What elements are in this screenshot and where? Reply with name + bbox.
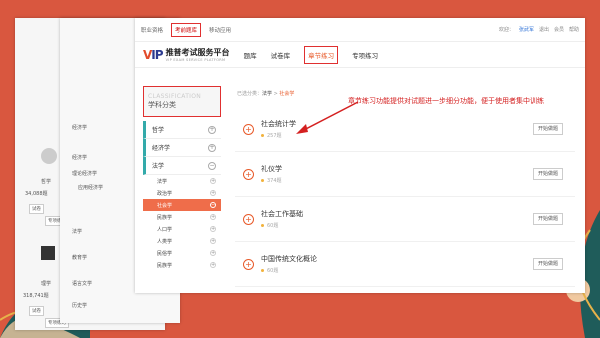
item-title[interactable]: 中国传统文化概论	[261, 254, 317, 264]
nav-item-mobile[interactable]: 移动应用	[209, 26, 231, 34]
bg-cat-item[interactable]: 应用经济学	[78, 184, 103, 191]
start-practice-button[interactable]: 开始做题	[533, 168, 563, 180]
top-nav: 职业资格 考前题库 移动应用 欢迎： 张武军 退出 会员 帮助	[135, 18, 585, 42]
plus-circle-icon[interactable]: +	[243, 123, 254, 135]
help-link[interactable]: 帮助	[569, 26, 579, 33]
subject-sidebar: CLASSIFICATION 学科分类 哲学 + 经济学 + 法学 − 法学 + …	[143, 86, 221, 271]
start-practice-button[interactable]: 开始做题	[533, 258, 563, 270]
list-item[interactable]: + 社会工作基础 60题 开始做题	[235, 197, 575, 242]
sidebar-subitem-selected[interactable]: 社会学 −	[143, 199, 221, 211]
sidebar-item-economics[interactable]: 经济学 +	[143, 139, 221, 157]
logout-link[interactable]: 退出	[539, 26, 549, 33]
bg-cat-item[interactable]: 语言文学	[72, 280, 92, 287]
bg-category-count: 34,088题	[25, 191, 48, 197]
sidebar-subitem[interactable]: 政治学 +	[143, 187, 221, 199]
category-avatar	[41, 148, 57, 164]
tab-chapter-practice[interactable]: 章节练习	[304, 45, 339, 64]
collapse-icon[interactable]: −	[210, 202, 216, 208]
platform-logo[interactable]: VIP 推普考试服务平台 VIP EXAM SERVICE PLATFORM	[143, 47, 230, 63]
bg-cat-item[interactable]: 法学	[72, 228, 82, 235]
annotation-arrow-icon	[296, 101, 359, 134]
breadcrumb-prefix: 已选分类：	[237, 91, 263, 97]
member-link[interactable]: 会员	[554, 26, 564, 33]
tab-paper-library[interactable]: 试卷库	[271, 50, 291, 60]
classification-header: CLASSIFICATION 学科分类	[143, 86, 221, 117]
sidebar-subitem[interactable]: 人口学 +	[143, 223, 221, 235]
welcome-label: 欢迎：	[498, 27, 514, 33]
vip-logo-icon: VIP	[143, 47, 164, 62]
list-item[interactable]: + 礼仪学 374题 开始做题	[235, 152, 575, 197]
bg-cat-item[interactable]: 经济学	[72, 154, 87, 161]
chapter-list: 已选分类：法学 > 社会学 + 社会统计学 257题 开始做题 + 礼仪学 374题…	[235, 86, 575, 287]
sidebar-item-label: 经济学	[152, 145, 171, 152]
nav-item-question-bank[interactable]: 考前题库	[171, 22, 202, 37]
item-count: 60题	[261, 267, 317, 274]
plus-circle-icon[interactable]: +	[243, 168, 254, 180]
classification-cn: 学科分类	[148, 101, 176, 109]
brand-bar: VIP 推普考试服务平台 VIP EXAM SERVICE PLATFORM 题…	[135, 42, 585, 68]
sidebar-subitem[interactable]: 民俗学 +	[143, 247, 221, 259]
sidebar-item-law[interactable]: 法学 −	[143, 157, 221, 175]
sidebar-item-philosophy[interactable]: 哲学 +	[143, 121, 221, 139]
platform-subtitle: VIP EXAM SERVICE PLATFORM	[165, 58, 226, 62]
user-area: 欢迎： 张武军 退出 会员 帮助	[499, 26, 585, 33]
main-window: 职业资格 考前题库 移动应用 欢迎： 张武军 退出 会员 帮助 VIP 推普考试…	[135, 18, 585, 293]
tab-question-bank[interactable]: 题库	[244, 50, 257, 60]
bg-cat-item[interactable]: 教育学	[72, 254, 87, 261]
category-avatar	[41, 246, 55, 260]
platform-title: 推普考试服务平台	[165, 48, 230, 57]
sidebar-item-label: 法学	[152, 163, 165, 170]
bg-cat-item[interactable]: 历史学	[72, 302, 87, 309]
item-title[interactable]: 礼仪学	[261, 164, 282, 174]
item-title[interactable]: 社会工作基础	[261, 209, 303, 219]
expand-icon[interactable]: +	[210, 214, 216, 220]
classification-en: CLASSIFICATION	[148, 93, 202, 100]
collapse-icon[interactable]: −	[208, 161, 216, 170]
bg-category-count: 318,741题	[23, 293, 49, 299]
breadcrumb-level1[interactable]: 法学	[262, 91, 272, 97]
expand-icon[interactable]: +	[210, 250, 216, 256]
bg-cat-item[interactable]: 经济学	[72, 124, 87, 131]
list-item[interactable]: + 社会统计学 257题 开始做题	[235, 107, 575, 152]
expand-icon[interactable]: +	[210, 226, 216, 232]
sidebar-subitem[interactable]: 民族学 +	[143, 259, 221, 271]
main-tabs: 题库 试卷库 章节练习 专项练习	[244, 42, 378, 67]
nav-item-qualification[interactable]: 职业资格	[141, 26, 163, 34]
expand-icon[interactable]: +	[210, 178, 216, 184]
bg-cat-item[interactable]: 理论经济学	[72, 170, 97, 177]
expand-icon[interactable]: +	[210, 238, 216, 244]
bg-paper-button[interactable]: 试卷	[29, 306, 44, 316]
expand-icon[interactable]: +	[210, 262, 216, 268]
plus-circle-icon[interactable]: +	[243, 258, 254, 270]
breadcrumb-level2[interactable]: 社会学	[279, 91, 294, 97]
sidebar-subitem[interactable]: 人类学 +	[143, 235, 221, 247]
bg-paper-button[interactable]: 试卷	[29, 204, 44, 214]
sidebar-item-label: 哲学	[152, 127, 165, 134]
item-count: 60题	[261, 222, 303, 229]
start-practice-button[interactable]: 开始做题	[533, 213, 563, 225]
item-count: 374题	[261, 177, 282, 184]
expand-icon[interactable]: +	[208, 125, 216, 134]
start-practice-button[interactable]: 开始做题	[533, 123, 563, 135]
expand-icon[interactable]: +	[208, 143, 216, 152]
annotation-text: 章节练习功能提供对试题进一步细分功能，便于使用者集中训练	[348, 97, 544, 105]
tab-special-practice[interactable]: 专项练习	[352, 50, 378, 60]
bg-category-label: 理学	[41, 281, 52, 287]
list-item[interactable]: + 中国传统文化概论 60题 开始做题	[235, 242, 575, 287]
plus-circle-icon[interactable]: +	[243, 213, 254, 225]
username-link[interactable]: 张武军	[519, 26, 534, 33]
sidebar-subitem[interactable]: 民族学 +	[143, 211, 221, 223]
bg-category-label: 哲学	[41, 179, 52, 185]
sidebar-subitem[interactable]: 法学 +	[143, 175, 221, 187]
expand-icon[interactable]: +	[210, 190, 216, 196]
